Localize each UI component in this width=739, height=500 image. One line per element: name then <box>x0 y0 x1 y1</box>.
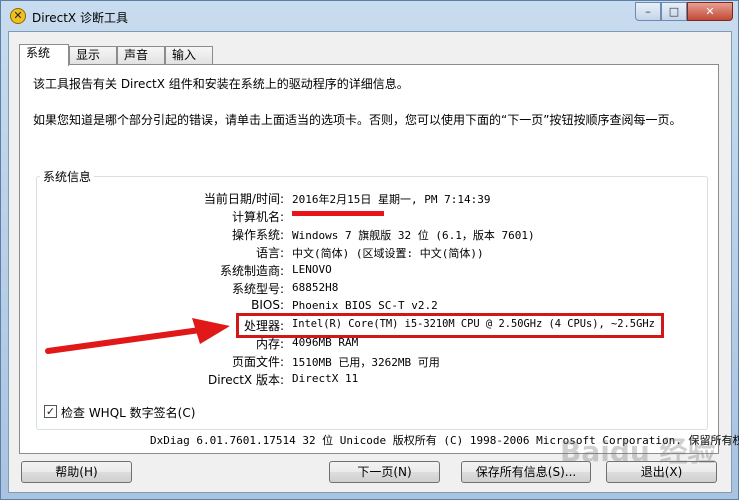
os-value: Windows 7 旗舰版 32 位 (6.1，版本 7601) <box>292 229 535 242</box>
manufacturer-value: LENOVO <box>292 263 332 276</box>
directx-version-label: DirectX 版本: <box>207 373 284 387</box>
maximize-button[interactable]: □ <box>661 2 687 21</box>
next-page-button[interactable]: 下一页(N) <box>329 461 440 483</box>
intro-text-1: 该工具报告有关 DirectX 组件和安装在系统上的驱动程序的详细信息。 <box>33 77 409 91</box>
page-file-value: 1510MB 已用，3262MB 可用 <box>292 356 440 369</box>
bios-value: Phoenix BIOS SC-T v2.2 <box>292 299 438 312</box>
tab-display[interactable]: 显示 <box>69 46 117 64</box>
manufacturer-label: 系统制造商: <box>219 264 284 278</box>
language-label: 语言: <box>255 246 284 260</box>
help-button[interactable]: 帮助(H) <box>21 461 132 483</box>
tab-system[interactable]: 系统 <box>19 44 69 66</box>
language-value: 中文(简体) (区域设置: 中文(简体)) <box>292 247 484 260</box>
computer-name-redaction <box>292 211 384 216</box>
close-button[interactable]: ✕ <box>687 2 733 21</box>
annotation-arrow-icon <box>45 318 230 354</box>
directx-icon: ✕ <box>10 8 26 24</box>
memory-label: 内存: <box>255 337 284 351</box>
minimize-button[interactable]: – <box>635 2 661 21</box>
model-label: 系统型号: <box>231 282 284 296</box>
title-bar[interactable]: ✕ DirectX 诊断工具 – □ ✕ <box>1 1 738 31</box>
watermark: Baidu 经验 <box>560 435 716 468</box>
os-label: 操作系统: <box>231 228 284 242</box>
date-time-label: 当前日期/时间: <box>203 192 284 206</box>
tab-sound[interactable]: 声音 <box>117 46 165 64</box>
processor-highlight-box <box>236 313 664 338</box>
directx-version-value: DirectX 11 <box>292 372 359 385</box>
intro-text-2: 如果您知道是哪个部分引起的错误，请单击上面适当的选项卡。否则，您可以使用下面的“… <box>33 113 682 127</box>
memory-value: 4096MB RAM <box>292 336 359 349</box>
whql-checkbox-label[interactable]: 检查 WHQL 数字签名(C) <box>61 404 195 421</box>
window-title: DirectX 诊断工具 <box>32 11 128 25</box>
model-value: 68852H8 <box>292 281 339 294</box>
computer-name-label: 计算机名: <box>231 210 284 224</box>
whql-checkbox[interactable]: ✓ <box>44 405 57 418</box>
system-info-title: 系统信息 <box>40 168 95 185</box>
date-time-value: 2016年2月15日 星期一, PM 7:14:39 <box>292 193 491 206</box>
bios-label: BIOS: <box>251 298 284 312</box>
tab-input[interactable]: 输入 <box>165 46 213 64</box>
